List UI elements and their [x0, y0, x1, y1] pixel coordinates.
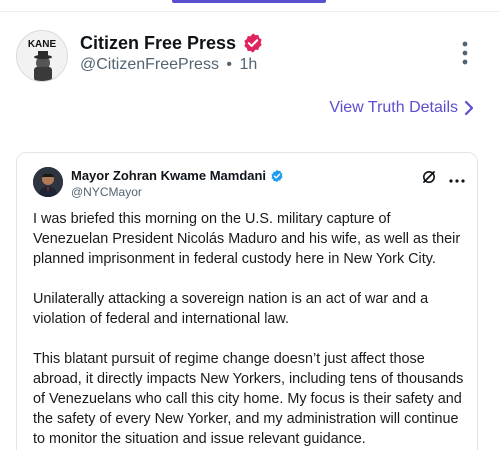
embed-actions: [421, 169, 465, 190]
meta-separator: •: [226, 56, 233, 73]
embed-paragraph: This blatant pursuit of regime change do…: [33, 351, 464, 447]
embed-author-handle[interactable]: @NYCMayor: [71, 185, 142, 199]
embed-more-dots: [449, 178, 465, 183]
embedded-post-card[interactable]: Mayor Zohran Kwame Mamdani @NYCMayor I w…: [16, 152, 478, 450]
truth-post-page: KANE Citizen Free Press @CitizenFreePres…: [0, 0, 500, 450]
avatar-logo-text: KANE: [28, 39, 57, 50]
embed-source-icon: [423, 171, 435, 183]
embed-verified-badge-icon: [271, 169, 283, 182]
author-meta: @CitizenFreePress • 1h: [80, 56, 257, 74]
author-name-row[interactable]: Citizen Free Press: [80, 32, 264, 54]
more-vert-icon: [462, 41, 468, 65]
x-logo-icon[interactable]: [421, 169, 437, 190]
avatar-image: KANE: [17, 31, 67, 81]
embed-author-name[interactable]: Mayor Zohran Kwame Mamdani: [71, 168, 266, 183]
view-truth-details-label: View Truth Details: [329, 99, 458, 116]
chevron-right-icon: [464, 100, 474, 116]
embed-paragraph: Unilaterally attacking a sovereign natio…: [33, 291, 429, 327]
active-tab-indicator: [172, 0, 326, 3]
verified-badge-icon: [244, 33, 262, 53]
more-horiz-icon[interactable]: [449, 171, 465, 189]
post-time[interactable]: 1h: [239, 56, 257, 73]
embed-author-name-row[interactable]: Mayor Zohran Kwame Mamdani: [71, 168, 284, 183]
author-name[interactable]: Citizen Free Press: [80, 33, 236, 54]
embed-post-body: I was briefed this morning on the U.S. m…: [33, 209, 465, 450]
more-options-button[interactable]: [457, 40, 473, 66]
embed-avatar-image: [33, 167, 63, 197]
author-avatar[interactable]: KANE: [16, 30, 68, 82]
view-truth-details-link[interactable]: View Truth Details: [329, 99, 474, 117]
embed-paragraph: I was briefed this morning on the U.S. m…: [33, 211, 461, 267]
top-divider: [0, 11, 500, 12]
embed-author-avatar[interactable]: [33, 167, 63, 197]
author-handle[interactable]: @CitizenFreePress: [80, 56, 219, 73]
